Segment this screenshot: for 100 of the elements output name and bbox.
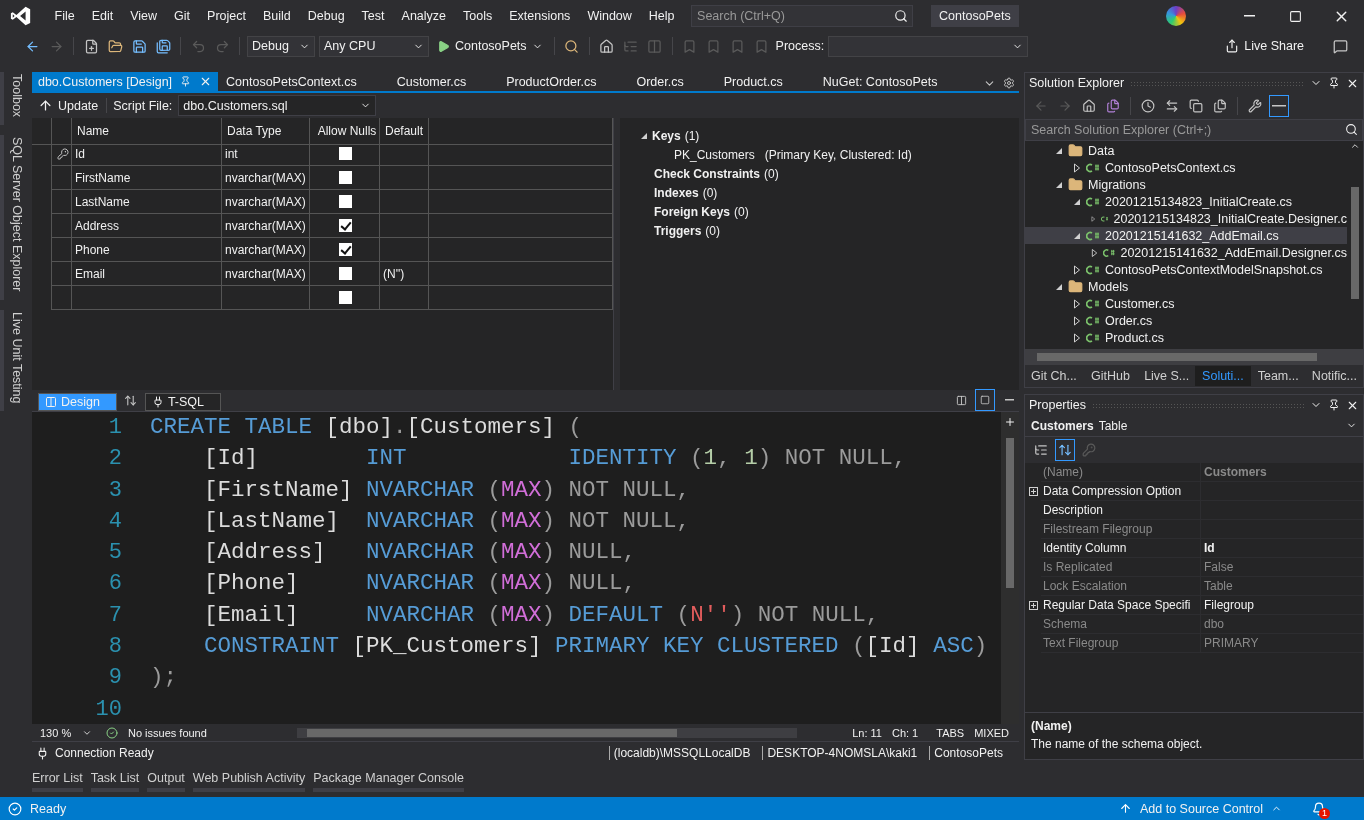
side-panel-tab[interactable]: Live Unit Testing (0, 309, 28, 412)
table-cell[interactable]: (N'') (379, 262, 429, 286)
expanded-arrow-icon[interactable] (1073, 197, 1081, 206)
checkbox[interactable] (339, 291, 353, 304)
table-cell[interactable]: nvarchar(MAX) (221, 238, 310, 262)
menu-item[interactable]: Test (353, 9, 394, 23)
property-name[interactable]: Lock Escalation (1041, 577, 1201, 596)
issues-status[interactable]: No issues found (127, 726, 207, 739)
menu-item[interactable]: View (121, 9, 166, 23)
document-tab[interactable]: Order.cs (628, 72, 716, 91)
menu-item[interactable]: Build (254, 9, 300, 23)
property-name[interactable]: Is Replicated (1041, 558, 1201, 577)
source-control-button[interactable]: Add to Source Control (1140, 801, 1263, 816)
expanded-arrow-icon[interactable] (639, 132, 648, 140)
panel-tab[interactable]: Soluti... (1195, 366, 1251, 386)
property-name[interactable]: Regular Data Space Specifi (1041, 596, 1201, 615)
notifications-icon[interactable] (1312, 801, 1326, 816)
search-field[interactable]: Search (Ctrl+Q) (691, 5, 914, 27)
zoom-dropdown[interactable]: 130 % (35, 725, 96, 740)
pin-icon[interactable] (1328, 399, 1340, 411)
table-cell[interactable] (309, 286, 380, 310)
scroll-up-icon[interactable] (1350, 141, 1360, 151)
document-tab[interactable]: dbo.Customers [Design] (31, 72, 219, 91)
table-cell[interactable]: nvarchar(MAX) (221, 166, 310, 190)
menu-item[interactable]: Project (198, 9, 255, 23)
table-cell[interactable]: Address (71, 214, 222, 238)
document-tab[interactable]: Customer.cs (388, 72, 499, 91)
tree-item[interactable]: Data (1025, 142, 1347, 159)
table-cell[interactable]: nvarchar(MAX) (221, 262, 310, 286)
table-cell[interactable] (309, 262, 380, 286)
table-cell[interactable] (309, 142, 380, 166)
table-cell[interactable] (221, 286, 310, 310)
table-cell[interactable] (309, 190, 380, 214)
side-panel-tab[interactable]: SQL Server Object Explorer (0, 135, 28, 300)
update-button[interactable]: Update (37, 98, 108, 113)
document-tab[interactable]: ContosoPetsContext.cs (218, 72, 389, 91)
start-button[interactable]: ContosoPets (433, 35, 547, 57)
checkbox[interactable] (339, 243, 353, 256)
table-cell[interactable] (309, 238, 380, 262)
property-name[interactable]: (Name) (1041, 463, 1201, 482)
table-cell[interactable] (379, 190, 429, 214)
collapsed-arrow-icon[interactable] (1073, 298, 1081, 309)
property-name[interactable]: Identity Column (1041, 539, 1201, 558)
tree-item[interactable]: Order.cs (1025, 312, 1347, 329)
tool-window-tab[interactable]: Error List (31, 769, 83, 792)
menu-item[interactable]: Analyze (393, 9, 455, 23)
tree-item[interactable]: 20201215134823_InitialCreate.cs (1025, 193, 1347, 210)
tree-item[interactable]: 20201215141632_AddEmail.cs (1025, 227, 1347, 244)
scrollbar-thumb[interactable] (1351, 187, 1359, 299)
table-cell[interactable] (379, 166, 429, 190)
table-cell[interactable]: Id (71, 142, 222, 166)
property-name[interactable]: Schema (1041, 615, 1201, 634)
document-tab[interactable]: ProductOrder.cs (498, 72, 629, 91)
configuration-dropdown[interactable]: Debug (247, 35, 315, 57)
side-panel-tab[interactable]: Toolbox (0, 72, 28, 126)
table-cell[interactable] (379, 238, 429, 262)
checkbox[interactable] (339, 147, 353, 160)
expand-icon[interactable] (1028, 487, 1038, 496)
property-name[interactable]: Description (1041, 501, 1201, 520)
menu-item[interactable]: File (46, 9, 84, 23)
collapsed-arrow-icon[interactable] (1073, 315, 1081, 326)
tree-item[interactable]: ContosoPetsContext.cs (1025, 159, 1347, 176)
checkbox[interactable] (339, 219, 353, 232)
expanded-arrow-icon[interactable] (1055, 180, 1063, 189)
tool-window-tab[interactable]: Package Manager Console (313, 769, 464, 792)
menu-item[interactable]: Help (640, 9, 684, 23)
checkbox[interactable] (339, 267, 353, 280)
account-avatar[interactable] (1166, 6, 1186, 26)
collapsed-arrow-icon[interactable] (1073, 162, 1081, 173)
tool-window-tab[interactable]: Task List (90, 769, 140, 792)
collapsed-arrow-icon[interactable] (1073, 332, 1081, 343)
menu-item[interactable]: Edit (83, 9, 122, 23)
panel-tab[interactable]: Team... (1250, 366, 1306, 386)
plus-icon[interactable] (1004, 416, 1016, 428)
panel-tab[interactable]: GitHub (1082, 366, 1139, 386)
table-cell[interactable] (309, 214, 380, 238)
expand-icon[interactable] (1028, 601, 1038, 610)
table-cell[interactable] (379, 214, 429, 238)
panel-tab[interactable]: Git Ch... (1025, 366, 1083, 386)
tool-window-tab[interactable]: Output (147, 769, 185, 792)
script-file-dropdown[interactable]: dbo.Customers.sql (178, 95, 377, 116)
menu-item[interactable]: Git (165, 9, 199, 23)
menu-item[interactable]: Debug (299, 9, 354, 23)
tree-item[interactable]: Customer.cs (1025, 295, 1347, 312)
table-cell[interactable]: LastName (71, 190, 222, 214)
document-tab[interactable]: Product.cs (715, 72, 815, 91)
checkbox[interactable] (339, 195, 353, 208)
table-cell[interactable] (71, 286, 222, 310)
scrollbar-thumb[interactable] (306, 728, 677, 737)
table-cell[interactable] (379, 142, 429, 166)
scrollbar-thumb[interactable] (1006, 438, 1014, 588)
property-name[interactable]: Filestream Filegroup (1041, 520, 1201, 539)
platform-dropdown[interactable]: Any CPU (319, 35, 429, 57)
search-field[interactable]: Search Solution Explorer (Ctrl+;) (1025, 119, 1363, 141)
document-tab[interactable]: NuGet: ContosoPets (814, 72, 970, 91)
table-cell[interactable]: Email (71, 262, 222, 286)
expanded-arrow-icon[interactable] (1073, 231, 1081, 240)
menu-item[interactable]: Window (578, 9, 641, 23)
menu-item[interactable]: Tools (454, 9, 501, 23)
property-name[interactable]: Data Compression Option (1041, 482, 1201, 501)
